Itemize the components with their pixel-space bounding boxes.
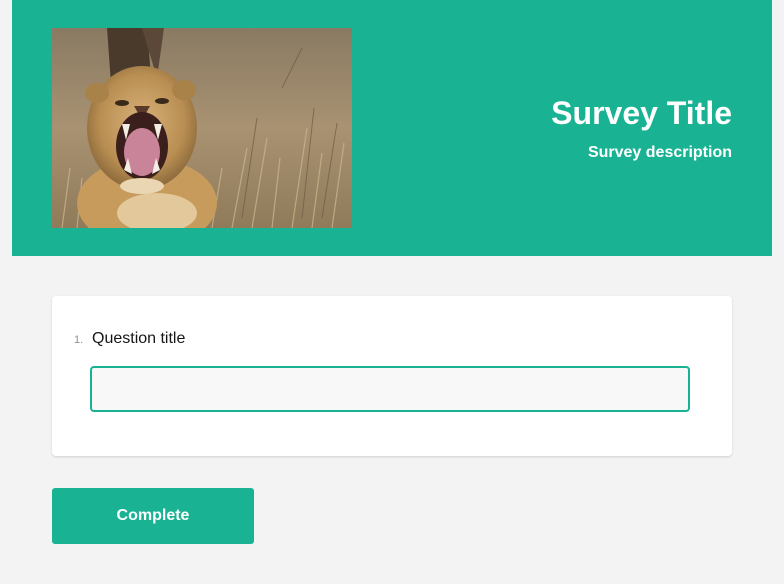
survey-header: Survey Title Survey description — [12, 0, 772, 256]
question-title: Question title — [92, 330, 186, 347]
question-answer-input[interactable] — [90, 366, 690, 412]
survey-title: Survey Title — [551, 95, 732, 131]
lion-logo-image — [52, 28, 352, 228]
survey-title-block: Survey Title Survey description — [551, 94, 732, 163]
survey-description: Survey description — [587, 144, 732, 161]
complete-button[interactable]: Complete — [52, 488, 254, 544]
question-card: 1. Question title — [52, 296, 732, 456]
survey-logo-image — [52, 28, 352, 228]
question-number: 1. — [74, 334, 84, 346]
